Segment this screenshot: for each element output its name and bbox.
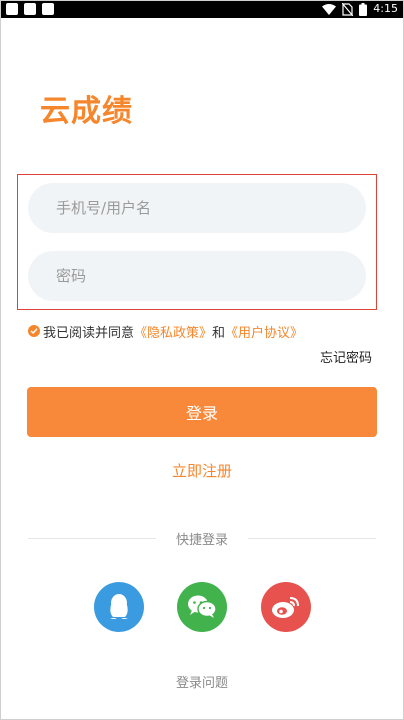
status-icons: 4:15 xyxy=(322,0,398,18)
battery-icon xyxy=(359,2,368,16)
agree-checkbox[interactable] xyxy=(28,325,40,337)
agreement-and: 和 xyxy=(212,325,226,341)
privacy-policy-link[interactable]: 《隐私政策》 xyxy=(134,322,212,341)
login-button[interactable]: 登录 xyxy=(27,387,377,437)
user-agreement-link[interactable]: 《用户协议》 xyxy=(225,322,303,341)
qq-icon xyxy=(110,594,128,619)
qq-login-button[interactable] xyxy=(94,582,144,632)
password-input[interactable] xyxy=(54,266,340,286)
username-input[interactable] xyxy=(54,198,340,218)
notification-square-icon xyxy=(6,3,18,15)
agreement-row: 我已阅读并同意 《隐私政策》 和 《用户协议》 xyxy=(28,322,303,341)
quick-login-label: 快捷登录 xyxy=(175,533,228,548)
notification-square-icon xyxy=(24,3,36,15)
status-time: 4:15 xyxy=(373,2,398,15)
notification-square-icon xyxy=(42,3,54,15)
app-title: 云成绩 xyxy=(40,94,133,129)
no-sim-icon xyxy=(342,2,354,16)
weibo-icon xyxy=(272,597,299,618)
weibo-login-button[interactable] xyxy=(261,582,311,632)
check-icon xyxy=(30,328,38,335)
register-link[interactable]: 立即注册 xyxy=(0,460,404,481)
wechat-icon xyxy=(188,595,217,618)
login-help-link[interactable]: 登录问题 xyxy=(0,672,404,691)
status-bar: 4:15 xyxy=(0,0,404,18)
username-field[interactable] xyxy=(28,183,366,233)
agreement-text: 我已阅读并同意 xyxy=(43,325,135,341)
wifi-icon xyxy=(322,3,337,15)
forgot-password-link[interactable]: 忘记密码 xyxy=(320,347,372,366)
wechat-login-button[interactable] xyxy=(177,582,227,632)
password-field[interactable] xyxy=(28,251,366,301)
login-form xyxy=(17,174,377,310)
